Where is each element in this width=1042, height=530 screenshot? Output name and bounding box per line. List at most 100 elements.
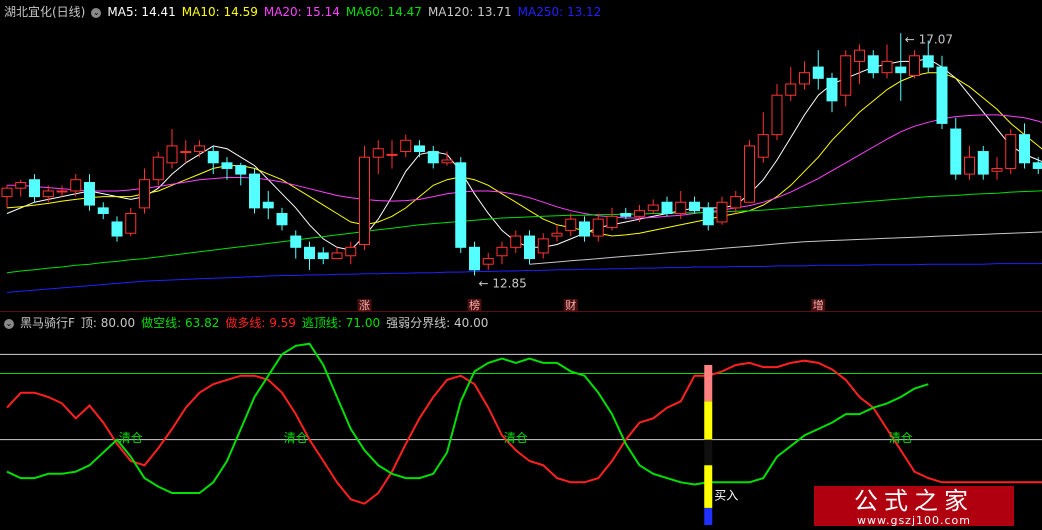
candle-body (524, 235, 535, 260)
candle-body (482, 258, 494, 265)
candle-body (180, 151, 192, 154)
candle-body (15, 182, 27, 189)
candle-body (304, 246, 315, 260)
candle-body (854, 49, 865, 62)
candle-body (400, 139, 412, 153)
buy-signal-bar (704, 507, 713, 525)
candle-body (551, 232, 563, 237)
candle-body (125, 213, 137, 234)
candle-body (290, 235, 302, 248)
buy-signal-bar (704, 365, 713, 402)
candle-body (675, 201, 687, 215)
candle-body (510, 235, 522, 248)
candle-body (565, 218, 577, 231)
candle-body (372, 148, 384, 158)
candle-body (661, 201, 673, 215)
candle-body (249, 173, 260, 209)
candle-body (964, 156, 975, 175)
candle-body (620, 213, 632, 217)
candle-body (991, 167, 1003, 172)
candle-body (840, 55, 852, 96)
buy-signal-bar (704, 401, 713, 440)
candle-body (469, 246, 480, 271)
low-price-annotation: ← 12.85 (479, 276, 527, 290)
candle-body (207, 151, 219, 164)
high-price-annotation: ← 17.07 (905, 32, 953, 46)
ma-line-ma60 (6, 190, 1042, 274)
candle-body (592, 218, 604, 237)
candle-body (647, 204, 659, 212)
candle-body (455, 162, 467, 248)
candle-body (537, 238, 549, 254)
candle-body (97, 207, 109, 215)
candle-body (730, 196, 742, 209)
candle-body (716, 201, 728, 223)
candle-body (276, 213, 288, 226)
event-marker: 增 (813, 298, 824, 312)
candle-body (221, 162, 233, 169)
watermark-url: www.gszj100.com (856, 514, 971, 527)
watermark-logo: 公式之家 www.gszj100.com (814, 486, 1014, 526)
candle-body (345, 246, 357, 257)
candle-body (936, 66, 948, 124)
candle-body (922, 55, 934, 68)
candle-body (359, 156, 370, 245)
ma-line-ma10 (6, 72, 1042, 237)
panel-divider (0, 311, 1042, 312)
candle-body (414, 145, 425, 153)
candle-body (799, 72, 810, 85)
candle-body (262, 201, 274, 209)
ma-line-ma5 (6, 58, 1042, 251)
candle-body (950, 128, 962, 175)
candle-body (689, 201, 700, 212)
candle-body (606, 215, 618, 229)
candle-body (317, 252, 329, 260)
candle-body (744, 145, 755, 203)
candle-body (757, 134, 769, 158)
clear-position-signal: 清仓 (504, 431, 528, 445)
candle-body (812, 66, 824, 79)
candle-body (702, 207, 714, 226)
candle-body (42, 190, 54, 198)
candle-body (427, 151, 439, 164)
candle-body (441, 159, 453, 164)
candle-body (139, 179, 150, 209)
clear-position-signal: 清仓 (889, 431, 913, 445)
candle-body (235, 165, 247, 175)
price-chart-panel[interactable]: 湖北宜化(日线) ⌄ MA5: 14.41 MA10: 14.59 MA20: 15.1… (0, 0, 1042, 312)
candle-body (70, 179, 82, 192)
candle-body (56, 190, 68, 193)
buy-signal-bar (704, 465, 713, 508)
candle-body (111, 221, 123, 237)
candle-body (881, 60, 893, 74)
candle-body (194, 145, 205, 153)
event-marker: 财 (565, 298, 576, 312)
candle-body (1, 187, 13, 198)
buy-signal-label: 买入 (714, 488, 738, 502)
candle-body (867, 55, 879, 74)
candle-body (1019, 134, 1030, 164)
watermark-brand: 公式之家 (854, 487, 974, 515)
candle-body (977, 151, 989, 175)
event-marker: 榜 (469, 298, 480, 312)
buy-signal-bar (704, 439, 713, 466)
candle-body (386, 153, 398, 156)
candle-body (152, 156, 164, 181)
candlestick-chart[interactable]: ← 17.07← 12.85涨榜财增 (0, 0, 1042, 312)
candle-body (785, 83, 797, 96)
candle-body (771, 94, 783, 136)
candle-body (579, 221, 590, 237)
candle-body (634, 210, 645, 217)
candle-body (1032, 162, 1042, 169)
clear-position-signal: 清仓 (119, 431, 143, 445)
candle-body (895, 66, 907, 74)
candle-body (826, 77, 838, 102)
candle-body (84, 182, 95, 206)
candle-body (1005, 134, 1017, 169)
short-line (6, 342, 929, 494)
clear-position-signal: 清仓 (284, 431, 308, 445)
candle-body (909, 55, 920, 77)
candle-body (166, 145, 178, 164)
candle-body (29, 179, 40, 198)
candle-body (496, 246, 508, 257)
